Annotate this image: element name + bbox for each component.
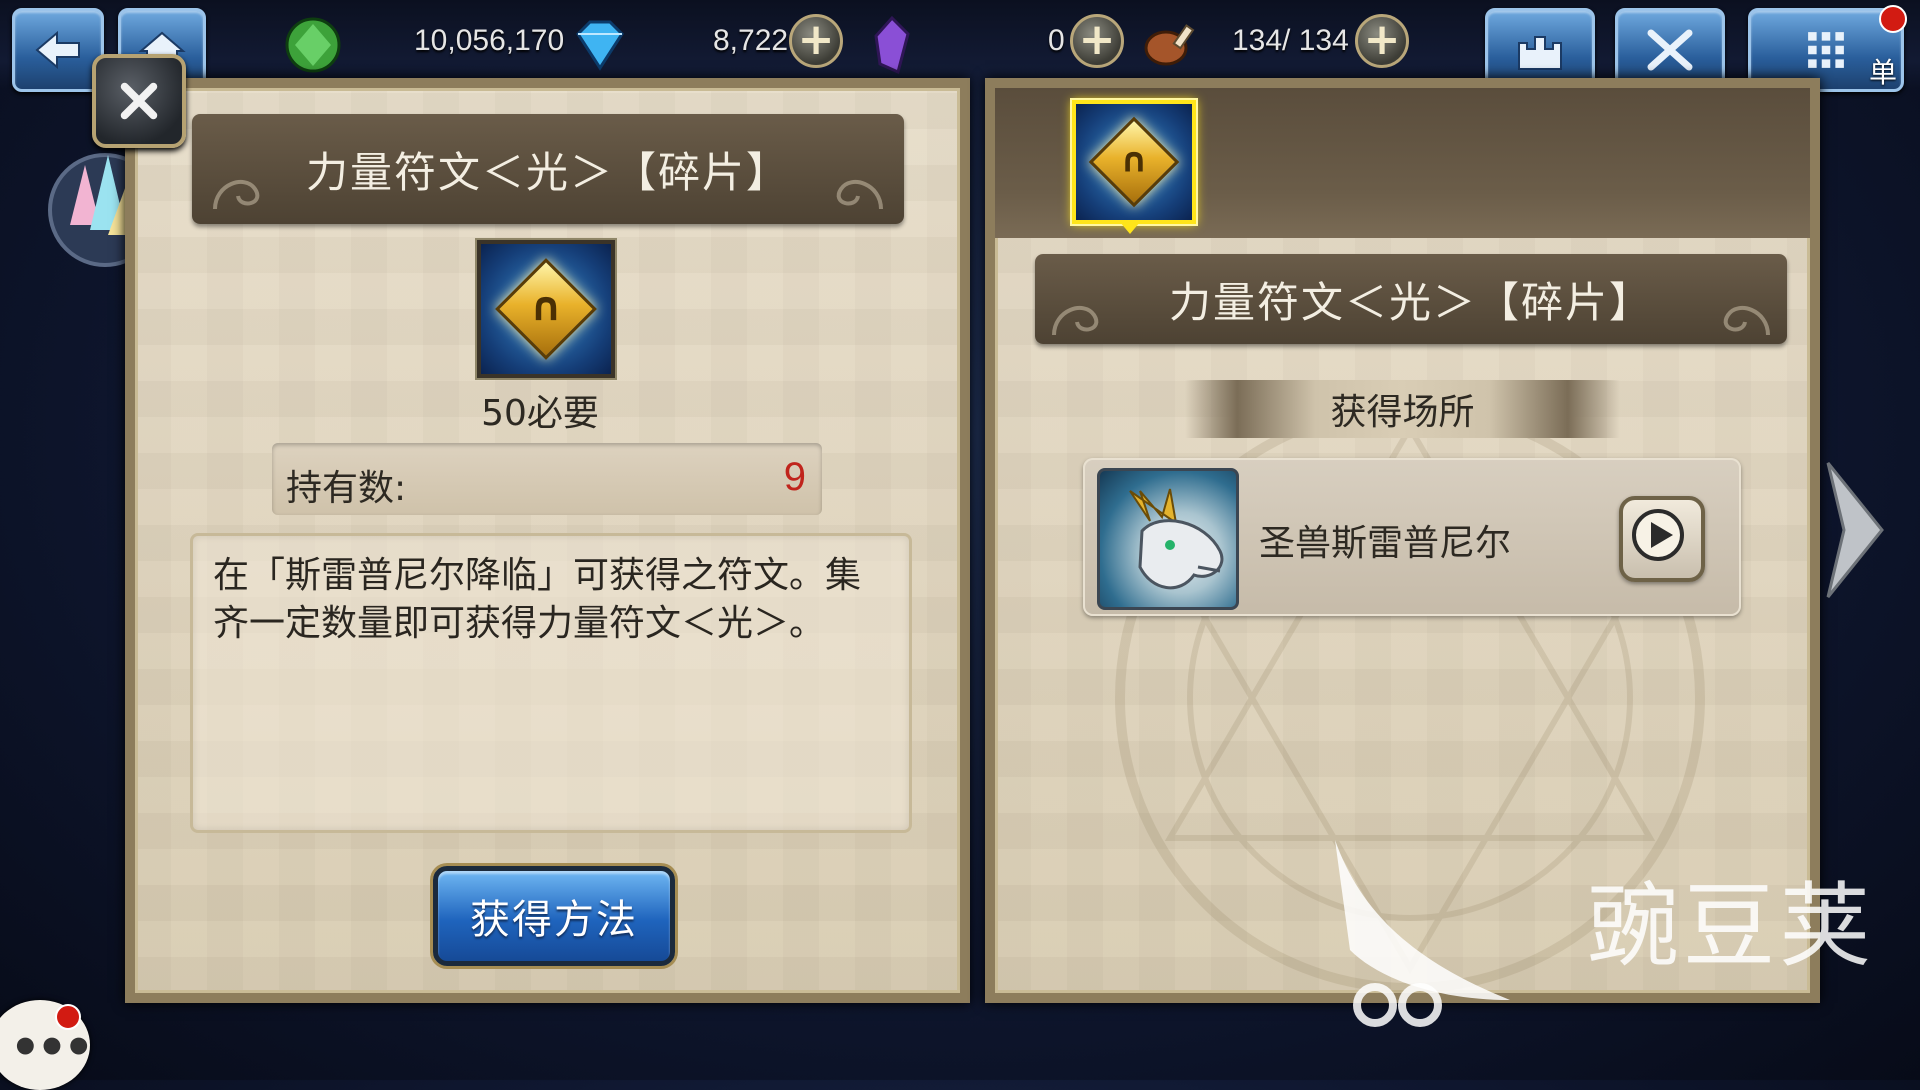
item-detail-panel: 力量符文＜光＞【碎片】 ∩ 50必要 持有数: 9 在「斯雷普尼尔降临」可获得之… [125,78,970,1003]
add-gems-button[interactable]: + [789,14,843,68]
owned-label: 持有数: [286,468,407,509]
owned-count-box: 持有数: 9 [272,443,822,515]
description-line-2: 齐一定数量即可获得力量符文＜光＞。 [213,603,826,644]
item-title-bar: 力量符文＜光＞【碎片】 [192,114,904,224]
rune-symbol: ∩ [529,284,563,331]
add-tokens-button[interactable]: + [1070,14,1124,68]
acquire-method-label: 获得方法 [470,897,638,943]
next-page-arrow-icon[interactable] [1822,455,1888,605]
scroll-ornament-icon [1052,305,1099,336]
rune-fragment-tile: ∩ [477,240,615,378]
dragon-horse-icon [1129,488,1224,590]
go-to-source-button[interactable] [1619,496,1705,582]
chat-notification-dot [55,1004,81,1030]
stamina-amount: 134/ 134 [1232,24,1349,57]
blue-diamond-icon [576,20,624,71]
chat-dots-icon: ••• [10,1020,94,1076]
chat-button[interactable]: ••• [0,1000,94,1090]
selection-pointer [1120,222,1140,234]
add-stamina-button[interactable]: + [1355,14,1409,68]
acquisition-title-bar: 力量符文＜光＞【碎片】 [1035,254,1787,344]
scroll-ornament-icon [213,179,260,210]
top-resource-bar: 10,056,170 8,722 + 0 + 134/ 134 + 单 [0,0,1920,92]
back-button[interactable] [12,8,104,92]
item-description: 在「斯雷普尼尔降临」可获得之符文。集 齐一定数量即可获得力量符文＜光＞。 [190,533,912,833]
description-line-1: 在「斯雷普尼尔降临」可获得之符文。集 [213,555,862,596]
scroll-ornament-icon [836,179,883,210]
gem-amount: 8,722 [713,24,789,57]
grid-menu-icon [1808,32,1844,68]
scroll-ornament-icon [1723,305,1770,336]
required-count: 50必要 [481,393,599,434]
crossed-swords-icon [1647,29,1693,71]
acquire-method-button[interactable]: 获得方法 [433,866,675,966]
close-icon [120,82,158,120]
sleipnir-portrait [1097,468,1239,610]
owned-value: 9 [783,455,806,499]
acquisition-location-heading: 获得场所 [1185,380,1620,438]
item-title: 力量符文＜光＞【碎片】 [305,147,790,197]
play-icon [1632,509,1684,561]
token-amount: 0 [1048,24,1065,57]
castle-icon [1518,36,1562,70]
acquisition-title: 力量符文＜光＞【碎片】 [1168,277,1653,327]
source-name: 圣兽斯雷普尼尔 [1259,523,1512,564]
section-heading-text: 获得场所 [1330,392,1475,433]
back-arrow-icon [35,30,80,70]
watermark-logo-icon [1335,840,1510,1027]
close-button[interactable] [92,54,186,148]
acquisition-source-card[interactable]: 圣兽斯雷普尼尔 [1083,458,1741,616]
gold-amount: 10,056,170 [414,24,565,57]
purple-crystal-icon [874,15,910,75]
menu-label: 单 [1868,56,1897,89]
selected-rune-tile[interactable]: ∩ [1072,100,1196,224]
meat-stamina-icon [1144,24,1195,66]
watermark-text: 豌豆荚 [1586,873,1875,980]
green-gem-icon [285,17,341,73]
notification-dot [1879,5,1907,33]
rune-symbol: ∩ [1120,140,1148,181]
